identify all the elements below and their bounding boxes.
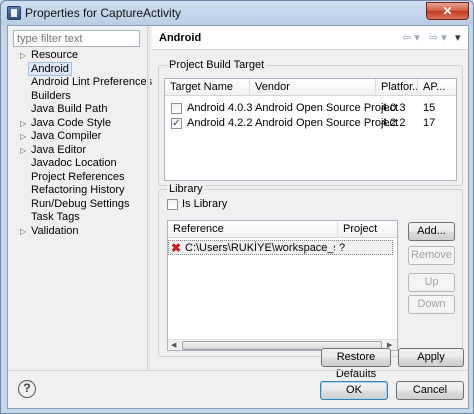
tree-item-android[interactable]: Android (12, 61, 142, 77)
down-button[interactable]: Down (408, 295, 455, 314)
tree-item-run-debug-settings[interactable]: Run/Debug Settings (12, 198, 142, 212)
scroll-left-icon[interactable]: ◀ (171, 340, 176, 350)
title-bar[interactable]: Properties for CaptureActivity ✕ (1, 1, 473, 25)
dialog-body: ▷Resource Android Android Lint Preferenc… (7, 25, 469, 409)
cancel-button[interactable]: Cancel (396, 381, 464, 400)
expand-arrow-icon[interactable]: ▷ (20, 49, 26, 63)
expand-arrow-icon[interactable]: ▷ (20, 117, 26, 131)
library-reference-table[interactable]: Reference Project ✖ C:\Users\RUKİYE\work… (167, 220, 398, 351)
tree-item-builders[interactable]: Builders (12, 90, 142, 104)
library-group: Library Is Library Reference Project ✖ C… (158, 183, 463, 357)
window-title: Properties for CaptureActivity (25, 6, 182, 20)
page-header: Android ⇦ ▾ ⇨ ▾ ▾ (152, 26, 468, 50)
column-target-name[interactable]: Target Name (165, 79, 250, 96)
build-target-group: Project Build Target Target Name Vendor … (158, 59, 463, 186)
close-button[interactable]: ✕ (426, 2, 469, 20)
target-checkbox-checked[interactable]: ✓ (171, 118, 182, 129)
back-arrow-icon[interactable]: ⇦ ▾ (402, 31, 420, 44)
column-api[interactable]: AP... (418, 79, 456, 96)
forward-arrow-icon[interactable]: ⇨ ▾ (429, 31, 447, 44)
table-header: Target Name Vendor Platfor... AP... (165, 79, 456, 96)
page-title: Android (159, 32, 202, 44)
error-icon: ✖ (171, 241, 182, 255)
property-tree: ▷ Resource Android Android Lint Preferenc… (12, 49, 152, 239)
tree-item-resource[interactable]: ▷ Resource (12, 49, 142, 63)
column-platform[interactable]: Platfor... (376, 79, 418, 96)
column-project[interactable]: Project (338, 221, 397, 238)
tree-item-validation[interactable]: ▷ Validation (12, 225, 142, 239)
table-row[interactable]: ✖ C:\Users\RUKİYE\workspace_subhi\... ? (168, 240, 393, 255)
tree-item-java-compiler[interactable]: ▷ Java Compiler (12, 130, 142, 144)
expand-arrow-icon[interactable]: ▷ (20, 130, 26, 144)
tree-item-javadoc-location[interactable]: Javadoc Location (12, 157, 142, 171)
expand-arrow-icon[interactable]: ▷ (20, 225, 26, 239)
is-library-label: Is Library (182, 198, 228, 210)
up-button[interactable]: Up (408, 273, 455, 292)
tree-item-task-tags[interactable]: Task Tags (12, 211, 142, 225)
build-target-table[interactable]: Target Name Vendor Platfor... AP... Andr… (164, 78, 457, 181)
table-row[interactable]: ✓ Android 4.2.2 Android Open Source Proj… (165, 116, 456, 131)
library-label: Library (167, 183, 205, 195)
filter-input[interactable] (13, 30, 140, 47)
remove-button[interactable]: Remove (408, 246, 455, 265)
expand-arrow-icon[interactable]: ▷ (20, 144, 26, 158)
help-icon[interactable]: ? (18, 380, 36, 398)
build-target-label: Project Build Target (167, 59, 267, 71)
table-header: Reference Project (168, 221, 397, 238)
tree-item-refactoring-history[interactable]: Refactoring History (12, 184, 142, 198)
ok-button[interactable]: OK (320, 381, 388, 400)
properties-dialog: Properties for CaptureActivity ✕ ▷Resour… (0, 0, 474, 414)
splitter[interactable] (147, 26, 150, 371)
app-icon (7, 6, 21, 20)
is-library-checkbox[interactable] (167, 199, 178, 210)
apply-button[interactable]: Apply (398, 348, 464, 367)
column-reference[interactable]: Reference (168, 221, 338, 238)
tree-item-java-code-style[interactable]: ▷ Java Code Style (12, 117, 142, 131)
tree-item-java-build-path[interactable]: Java Build Path (12, 103, 142, 117)
add-button[interactable]: Add... (408, 222, 455, 241)
view-menu-icon[interactable]: ▾ (455, 31, 461, 44)
tree-item-java-editor[interactable]: ▷ Java Editor (12, 144, 142, 158)
tree-item-android-lint-preferences[interactable]: Android Lint Preferences (12, 76, 152, 90)
divider (8, 370, 468, 371)
column-vendor[interactable]: Vendor (250, 79, 376, 96)
tree-item-project-references[interactable]: Project References (12, 171, 142, 185)
restore-defaults-button[interactable]: Restore Defaults (321, 348, 391, 380)
table-row[interactable]: Android 4.0.3 Android Open Source Projec… (165, 101, 456, 116)
target-checkbox[interactable] (171, 103, 182, 114)
